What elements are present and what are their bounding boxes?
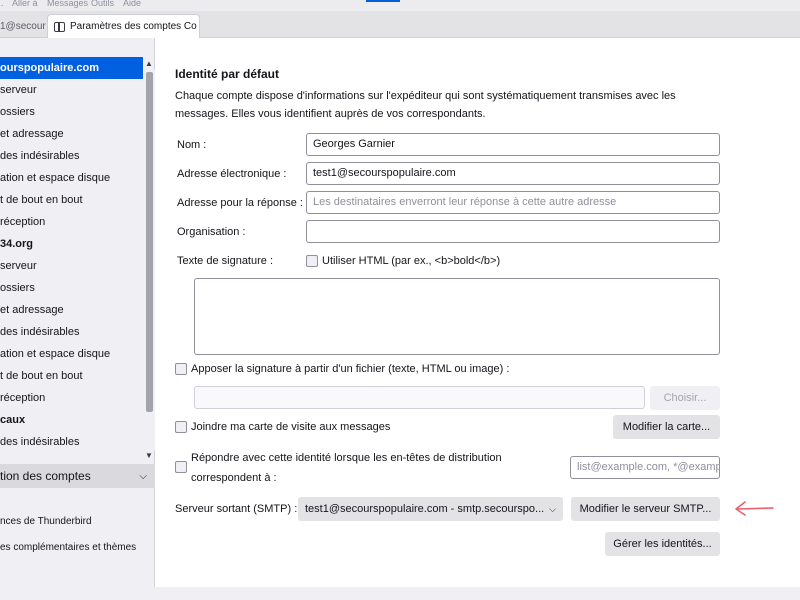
account-actions-button[interactable]: tion des comptes ⌵ — [0, 464, 155, 488]
name-label: Nom : — [177, 139, 206, 151]
signature-label: Texte de signature : — [177, 255, 274, 267]
menu-item-go[interactable]: Aller à — [12, 0, 38, 8]
smtp-server-value: test1@secourspopulaire.com - smtp.secour… — [305, 503, 545, 515]
sidebar-item-account-34org[interactable]: 34.org — [0, 233, 143, 255]
use-html-label: Utiliser HTML (par ex., <b>bold</b>) — [322, 255, 501, 267]
scroll-down-arrow-icon[interactable]: ▼ — [143, 450, 155, 462]
name-field[interactable]: Georges Garnier — [306, 133, 720, 156]
attach-signature-label: Apposer la signature à partir d'un fichi… — [191, 363, 510, 375]
sidebar-item-junk-settings[interactable]: des indésirables — [0, 321, 143, 343]
signature-textarea[interactable] — [194, 278, 720, 355]
account-sidebar: ourspopulaire.com serveur ossiers et adr… — [0, 38, 155, 600]
identity-settings-panel: Identité par défaut Chaque compte dispos… — [156, 38, 800, 600]
edit-smtp-button[interactable]: Modifier le serveur SMTP... — [571, 497, 720, 521]
accent-indicator — [366, 0, 400, 2]
sidebar-item-e2e-encryption[interactable]: t de bout en bout — [0, 365, 143, 387]
email-field[interactable]: test1@secourspopulaire.com — [306, 162, 720, 185]
bottom-edge — [0, 587, 800, 600]
thunderbird-settings-link[interactable]: nces de Thunderbird — [0, 516, 92, 527]
name-label-text: Nom : — [177, 139, 207, 151]
tab-account-settings-label: Paramètres des comptes Co — [70, 21, 197, 32]
section-description: Chaque compte dispose d'informations sur… — [175, 90, 676, 120]
account-tree: ourspopulaire.com serveur ossiers et adr… — [0, 38, 155, 462]
scroll-up-arrow-icon[interactable]: ▲ — [143, 58, 155, 70]
attach-vcard-checkbox[interactable] — [175, 421, 187, 433]
reply-identity-label-line2: correspondent à : — [191, 472, 277, 484]
sidebar-item-sync-storage[interactable]: ation et espace disque — [0, 343, 143, 365]
account-actions-label: tion des comptes — [0, 469, 91, 483]
reply-to-label: Adresse pour la réponse : — [177, 197, 303, 209]
sidebar-item-server-settings[interactable]: serveur — [0, 255, 143, 277]
menu-bar: ... Aller à Messages Outils Aide — [0, 0, 800, 11]
sidebar-item-return-receipts[interactable]: réception — [0, 211, 143, 233]
chevron-down-icon: ⌵ — [549, 504, 556, 514]
reply-to-field[interactable]: Les destinataires enverront leur réponse… — [306, 191, 720, 214]
attach-signature-checkbox[interactable] — [175, 363, 187, 375]
sidebar-item-copies-folders[interactable]: ossiers — [0, 101, 143, 123]
sidebar-item-sync-storage[interactable]: ation et espace disque — [0, 167, 143, 189]
tab-mail[interactable]: 1@secour — [0, 14, 46, 38]
sidebar-item-e2e-encryption[interactable]: t de bout en bout — [0, 189, 143, 211]
sidebar-item-composition-addressing[interactable]: et adressage — [0, 123, 143, 145]
reply-identity-field[interactable]: list@example.com, *@example.com — [570, 456, 720, 479]
settings-tab-icon — [54, 21, 65, 32]
scrollbar-thumb[interactable] — [146, 72, 153, 412]
smtp-server-dropdown[interactable]: test1@secourspopulaire.com - smtp.secour… — [298, 497, 563, 521]
menu-item-view[interactable]: ... — [0, 0, 4, 8]
sidebar-scrollbar[interactable] — [143, 70, 155, 450]
tab-account-settings[interactable]: Paramètres des comptes Co — [47, 14, 200, 38]
sidebar-item-junk-settings[interactable]: des indésirables — [0, 145, 143, 167]
organization-field[interactable] — [306, 220, 720, 243]
addons-themes-link[interactable]: es complémentaires et thèmes — [0, 542, 136, 553]
sidebar-item-junk-settings[interactable]: des indésirables — [0, 431, 143, 453]
choose-file-button[interactable]: Choisir... — [650, 386, 720, 410]
use-html-checkbox[interactable] — [306, 255, 318, 267]
menu-item-help[interactable]: Aide — [123, 0, 141, 8]
reply-identity-checkbox[interactable] — [175, 461, 187, 473]
smtp-label: Serveur sortant (SMTP) : — [175, 503, 298, 515]
chevron-down-icon: ⌵ — [139, 470, 147, 482]
sidebar-item-return-receipts[interactable]: réception — [0, 387, 143, 409]
sidebar-item-account-secourspopulaire[interactable]: ourspopulaire.com — [0, 57, 143, 79]
signature-file-field[interactable] — [194, 386, 645, 409]
reply-identity-label-line1: Répondre avec cette identité lorsque les… — [191, 452, 502, 464]
sidebar-item-local-folders[interactable]: caux — [0, 409, 143, 431]
tab-mail-label: 1@secour — [0, 20, 46, 32]
sidebar-item-server-settings[interactable]: serveur — [0, 79, 143, 101]
organization-label: Organisation : — [177, 226, 246, 238]
sidebar-item-copies-folders[interactable]: ossiers — [0, 277, 143, 299]
menu-item-tools[interactable]: Outils — [91, 0, 114, 8]
attach-vcard-label: Joindre ma carte de visite aux messages — [191, 421, 391, 433]
manage-identities-button[interactable]: Gérer les identités... — [605, 532, 720, 556]
red-arrow-annotation-icon — [735, 501, 774, 516]
tab-strip: 1@secour Paramètres des comptes Co — [0, 11, 800, 38]
edit-card-button[interactable]: Modifier la carte... — [613, 415, 720, 439]
email-label: Adresse électronique : — [177, 168, 287, 180]
section-title: Identité par défaut — [175, 67, 280, 81]
sidebar-item-composition-addressing[interactable]: et adressage — [0, 299, 143, 321]
menu-item-messages[interactable]: Messages — [47, 0, 88, 8]
